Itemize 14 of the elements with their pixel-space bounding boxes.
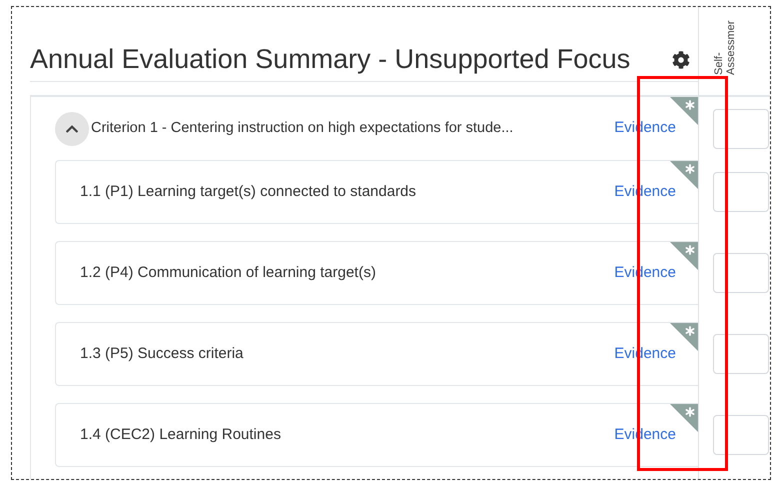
score-field[interactable]: [713, 334, 769, 374]
column-header: Self-Assessmer: [713, 20, 737, 75]
page-title: Annual Evaluation Summary - Unsupported Focus: [30, 46, 630, 73]
criterion-title: Criterion 1 - Centering instruction on high expectations for stude...: [91, 118, 514, 138]
item-title: 1.1 (P1) Learning target(s) connected to standards: [80, 182, 416, 202]
collapse-button[interactable]: [55, 112, 89, 146]
score-field[interactable]: [713, 108, 769, 148]
item-title: 1.2 (P4) Communication of learning target(s): [80, 262, 376, 283]
settings-icon[interactable]: [672, 51, 690, 69]
score-field[interactable]: [713, 415, 769, 455]
item-title: 1.3 (P5) Success criteria: [80, 344, 244, 364]
score-field[interactable]: [713, 253, 769, 293]
score-field[interactable]: [713, 172, 769, 212]
item-title: 1.4 (CEC2) Learning Routines: [80, 424, 281, 445]
